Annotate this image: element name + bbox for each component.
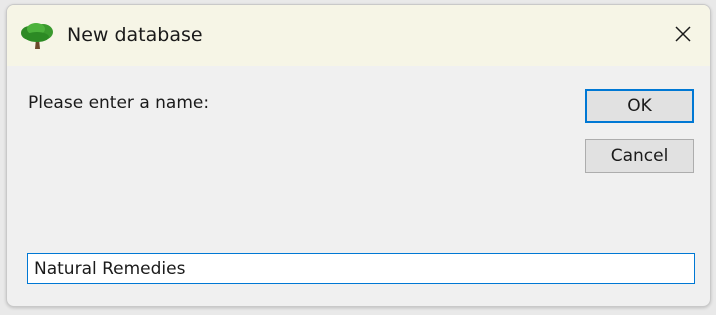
ok-button[interactable]: OK bbox=[585, 89, 694, 123]
title-bar: New database bbox=[7, 5, 710, 66]
tree-icon bbox=[19, 22, 55, 50]
database-name-input[interactable] bbox=[27, 253, 695, 284]
name-prompt-label: Please enter a name: bbox=[28, 93, 210, 113]
close-button[interactable] bbox=[656, 5, 710, 66]
close-icon bbox=[674, 25, 692, 47]
new-database-dialog: New database Please enter a name: OK Can… bbox=[6, 4, 711, 307]
window-title: New database bbox=[67, 24, 203, 46]
cancel-button[interactable]: Cancel bbox=[585, 139, 694, 173]
